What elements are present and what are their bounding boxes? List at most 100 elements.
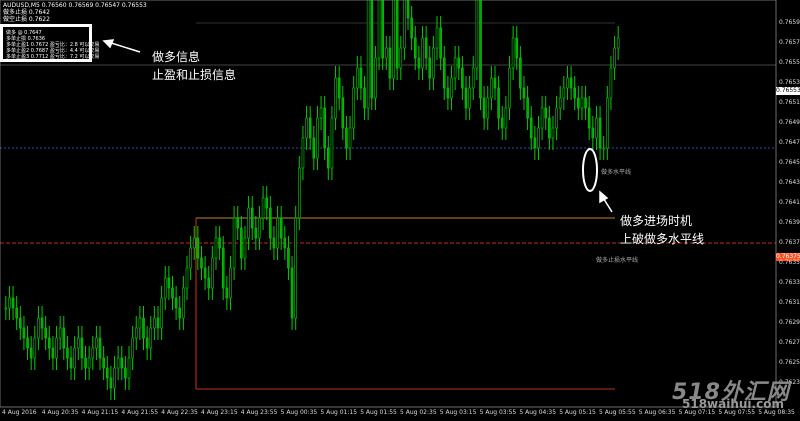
candle-body [95,337,98,349]
candle-body [276,217,279,249]
y-tick-7: 0.76455 [779,159,800,166]
candle-body [66,347,69,359]
candle-body [366,0,370,109]
candle-body [450,77,453,99]
candle-body [192,237,196,249]
x-tick-4: 4 Aug 22:35 [161,409,198,416]
candle-body [421,37,424,69]
candle-body [207,277,211,289]
y-tick-0: 0.76595 [779,19,800,26]
symbol-ohlc-readout: AUDUSD,M5 0.76560 0.76569 0.76547 0.7655… [3,2,147,9]
candle-body [247,207,250,239]
candle-body [486,97,490,119]
candle-body [69,357,73,369]
candle-body [305,117,308,139]
candle-body [609,67,613,99]
trade-info-box: 做多 @ 0.7647 多单止损 0.7636 多单止盈1 0.7672 盈亏比… [0,24,99,62]
candle-body [613,47,616,69]
candle-body [352,87,355,129]
x-tick-11: 5 Aug 03:15 [439,409,477,416]
candle-body [142,317,145,339]
candle-body [374,57,377,99]
x-tick-7: 5 Aug 00:35 [280,409,318,416]
candle-body [26,337,29,349]
info-line-5: 多单止盈3 0.7712 盈亏比：7.2 可以交易 [6,54,100,60]
candle-body [189,247,192,269]
candle-body [294,217,297,319]
candle-body [482,97,486,119]
candle-body [363,87,366,109]
candle-body [279,217,283,239]
candle-body [453,57,457,79]
candle-body [442,57,446,89]
candle-body [153,317,156,329]
candle-body [370,0,374,99]
candle-body [392,0,395,79]
candle-body [573,87,577,99]
candle-body [493,77,497,89]
candle-body [254,227,258,239]
candle-body [327,147,330,169]
candle-body [203,267,207,279]
price-chart[interactable] [0,0,800,421]
candle-body [196,237,200,259]
candle-body [616,37,620,49]
y-tick-15: 0.76295 [779,319,800,326]
candle-body [319,107,323,119]
candle-body [290,267,294,319]
candle-body [417,57,421,69]
candle-body [98,337,102,359]
candle-body [602,147,605,150]
candle-body [261,197,265,219]
x-tick-12: 5 Aug 03:55 [479,409,517,416]
candle-body [113,367,116,389]
x-tick-6: 4 Aug 23:55 [240,409,278,416]
candle-body [337,77,341,99]
candle-body [44,327,47,339]
candle-body [47,337,51,349]
candle-body [471,67,475,89]
candle-body [537,127,540,149]
x-tick-3: 4 Aug 21:55 [121,409,159,416]
candle-body [395,0,399,69]
candle-body [149,327,153,349]
annotation-entry-line-2: 上破做多水平线 [620,232,705,246]
candle-body [308,117,312,139]
candle-body [171,287,174,299]
candle-body [8,297,11,309]
candle-body [606,97,609,149]
candle-body [240,227,243,259]
candle-body [428,57,432,79]
chart-frame [0,0,777,408]
candle-body [580,97,584,109]
candle-body [29,347,33,359]
candle-body [522,87,526,99]
stop-line-label: 做多止损水平线 [596,257,639,264]
y-tick-1: 0.76575 [779,39,800,46]
candle-body [540,107,544,129]
candle-body [218,237,221,249]
candle-body [243,237,247,259]
candle-body [529,117,533,139]
candle-body [330,117,334,169]
candle-body [591,127,595,139]
candle-body [312,137,316,159]
watermark-url: 518waihui.com [682,397,784,411]
candle-body [504,107,508,129]
y-tick-13: 0.76335 [779,279,800,286]
candle-body [479,0,482,99]
candle-body [265,197,269,209]
candle-body [51,347,55,359]
candle-body [526,97,529,119]
candle-body [185,267,189,289]
candle-body [569,77,573,89]
candle-body [533,137,537,149]
candle-body [287,247,290,269]
candle-body [424,37,428,59]
candle-body [341,97,345,129]
candle-body [551,127,555,139]
x-tick-8: 5 Aug 01:15 [320,409,358,416]
candle-body [73,347,76,369]
candle-body [519,57,522,89]
candle-body [413,37,417,59]
